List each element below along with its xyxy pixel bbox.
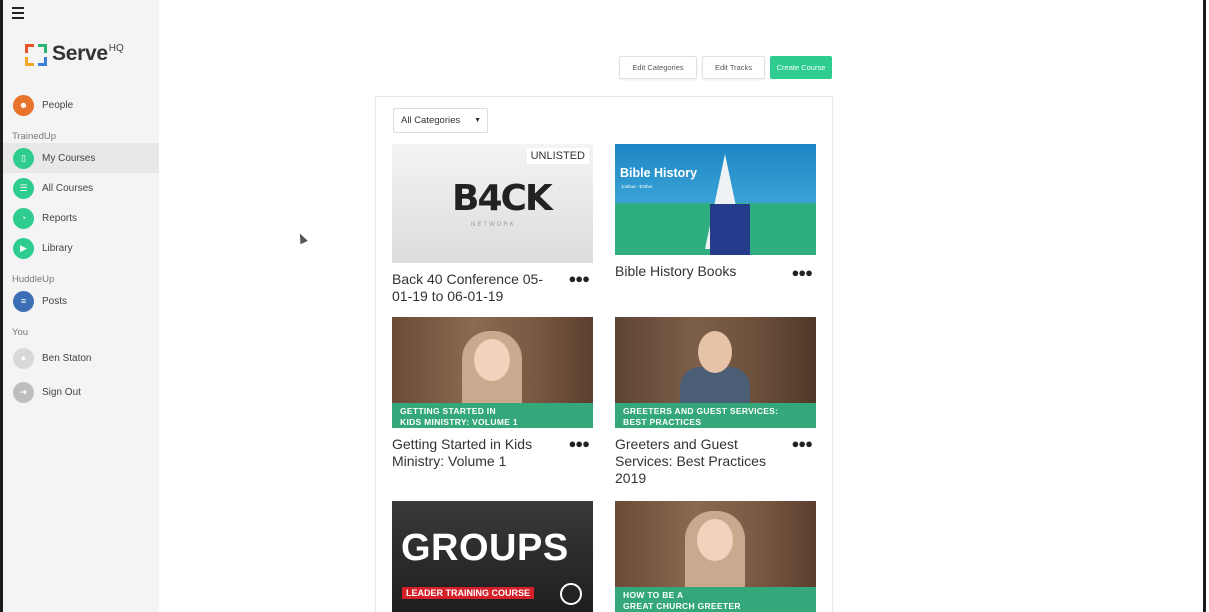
banner-line: BEST PRACTICES bbox=[623, 417, 702, 427]
sidebar-item-library[interactable]: ▶ Library bbox=[3, 233, 159, 263]
logo-superscript: HQ bbox=[108, 43, 124, 54]
thumbnail-sub-text: Joshua - Esther bbox=[621, 184, 653, 189]
banner-line: GETTING STARTED IN bbox=[400, 406, 496, 416]
sidebar-item-label: Posts bbox=[42, 295, 68, 307]
course-thumbnail[interactable]: GREETERS AND GUEST SERVICES: BEST PRACTI… bbox=[615, 317, 816, 428]
banner-line: GREAT CHURCH GREETER bbox=[623, 601, 741, 611]
sidebar-item-label: Library bbox=[42, 242, 73, 254]
unlisted-badge: UNLISTED bbox=[526, 148, 589, 164]
thumbnail-banner: HOW TO BE A GREAT CHURCH GREETER bbox=[615, 587, 816, 612]
sidebar-item-profile[interactable]: ● Ben Staton bbox=[3, 343, 159, 373]
logo: Serve HQ bbox=[25, 42, 124, 68]
more-options-icon[interactable]: ●●● bbox=[791, 436, 813, 451]
pie-chart-icon: ◔ bbox=[13, 207, 34, 229]
sidebar-item-label: Reports bbox=[42, 212, 78, 224]
video-icon: ▶ bbox=[13, 237, 34, 259]
main-content: Edit Categories Edit Tracks Create Cours… bbox=[159, 0, 1206, 612]
book-icon: ▯ bbox=[13, 147, 34, 169]
courses-panel: All Categories ▼ B4CK NETWORK UNLISTED B… bbox=[375, 96, 833, 612]
course-thumbnail[interactable]: GROUPS LEADER TRAINING COURSE bbox=[392, 501, 593, 612]
course-title[interactable]: Greeters and Guest Services: Best Practi… bbox=[615, 436, 780, 487]
thumbnail-logo-text: B4CK bbox=[452, 178, 553, 219]
edit-tracks-button[interactable]: Edit Tracks bbox=[702, 56, 765, 79]
category-select[interactable]: All Categories ▼ bbox=[393, 108, 488, 133]
course-title[interactable]: Getting Started in Kids Ministry: Volume… bbox=[392, 436, 557, 470]
more-options-icon[interactable]: ●●● bbox=[568, 436, 590, 451]
section-label-you: You bbox=[12, 327, 29, 338]
course-card[interactable]: GREETERS AND GUEST SERVICES: BEST PRACTI… bbox=[615, 317, 816, 486]
sidebar-item-reports[interactable]: ◔ Reports bbox=[3, 203, 159, 233]
sidebar-item-posts[interactable]: ≡ Posts bbox=[3, 286, 159, 316]
sidebar-item-label: My Courses bbox=[42, 152, 96, 164]
section-label-huddleup: HuddleUp bbox=[12, 274, 55, 285]
course-card[interactable]: Bible History Joshua - Esther Bible Hist… bbox=[615, 144, 816, 295]
course-thumbnail[interactable]: Bible History Joshua - Esther bbox=[615, 144, 816, 255]
sidebar-item-my-courses[interactable]: ▯ My Courses bbox=[3, 143, 159, 173]
hamburger-menu-icon[interactable] bbox=[12, 7, 24, 19]
sign-out-icon: ➜ bbox=[13, 381, 34, 403]
course-title[interactable]: Bible History Books bbox=[615, 263, 780, 280]
sidebar-item-label: Ben Staton bbox=[42, 352, 92, 364]
banner-line: KIDS MINISTRY: VOLUME 1 bbox=[400, 417, 518, 427]
sidebar-item-people[interactable]: ☻ People bbox=[3, 90, 159, 120]
logo-text: Serve bbox=[52, 42, 108, 65]
banner-line: GREETERS AND GUEST SERVICES: bbox=[623, 406, 779, 416]
course-thumbnail[interactable]: B4CK NETWORK UNLISTED bbox=[392, 144, 593, 263]
people-icon: ☻ bbox=[13, 94, 34, 116]
courses-icon: ☰ bbox=[13, 177, 34, 199]
logo-mark-icon bbox=[25, 44, 47, 66]
course-thumbnail[interactable]: GETTING STARTED IN KIDS MINISTRY: VOLUME… bbox=[392, 317, 593, 428]
edit-categories-button[interactable]: Edit Categories bbox=[619, 56, 697, 79]
caret-down-icon: ▼ bbox=[474, 117, 481, 124]
create-course-button[interactable]: Create Course bbox=[770, 56, 832, 79]
sidebar: Serve HQ ☻ People TrainedUp ▯ My Courses… bbox=[0, 0, 159, 612]
course-card[interactable]: B4CK NETWORK UNLISTED Back 40 Conference… bbox=[392, 144, 593, 305]
avatar-icon: ● bbox=[13, 347, 34, 369]
thumbnail-sub-text: LEADER TRAINING COURSE bbox=[402, 587, 535, 599]
list-icon: ≡ bbox=[13, 290, 34, 312]
course-card[interactable]: HOW TO BE A GREAT CHURCH GREETER bbox=[615, 501, 816, 612]
thumbnail-title-text: Bible History bbox=[620, 166, 698, 180]
more-options-icon[interactable]: ●●● bbox=[568, 271, 590, 286]
sidebar-item-label: People bbox=[42, 99, 74, 111]
sidebar-item-sign-out[interactable]: ➜ Sign Out bbox=[3, 377, 159, 407]
thumbnail-banner: GETTING STARTED IN KIDS MINISTRY: VOLUME… bbox=[392, 403, 593, 428]
course-card[interactable]: GETTING STARTED IN KIDS MINISTRY: VOLUME… bbox=[392, 317, 593, 470]
section-label-trainedup: TrainedUp bbox=[12, 131, 57, 142]
course-card[interactable]: GROUPS LEADER TRAINING COURSE bbox=[392, 501, 593, 612]
sidebar-item-label: All Courses bbox=[42, 182, 94, 194]
window-edge bbox=[1203, 0, 1206, 612]
more-options-icon[interactable]: ●●● bbox=[791, 265, 813, 280]
thumbnail-title-text: GROUPS bbox=[401, 527, 569, 569]
course-title[interactable]: Back 40 Conference 05-01-19 to 06-01-19 bbox=[392, 271, 557, 305]
banner-line: HOW TO BE A bbox=[623, 590, 684, 600]
thumbnail-banner: GREETERS AND GUEST SERVICES: BEST PRACTI… bbox=[615, 403, 816, 428]
category-select-value: All Categories bbox=[401, 115, 461, 126]
sidebar-item-label: Sign Out bbox=[42, 386, 81, 398]
circle-logo-icon bbox=[560, 583, 582, 605]
sidebar-item-all-courses[interactable]: ☰ All Courses bbox=[3, 173, 159, 203]
thumbnail-sub-text: NETWORK bbox=[471, 222, 516, 228]
course-thumbnail[interactable]: HOW TO BE A GREAT CHURCH GREETER bbox=[615, 501, 816, 612]
